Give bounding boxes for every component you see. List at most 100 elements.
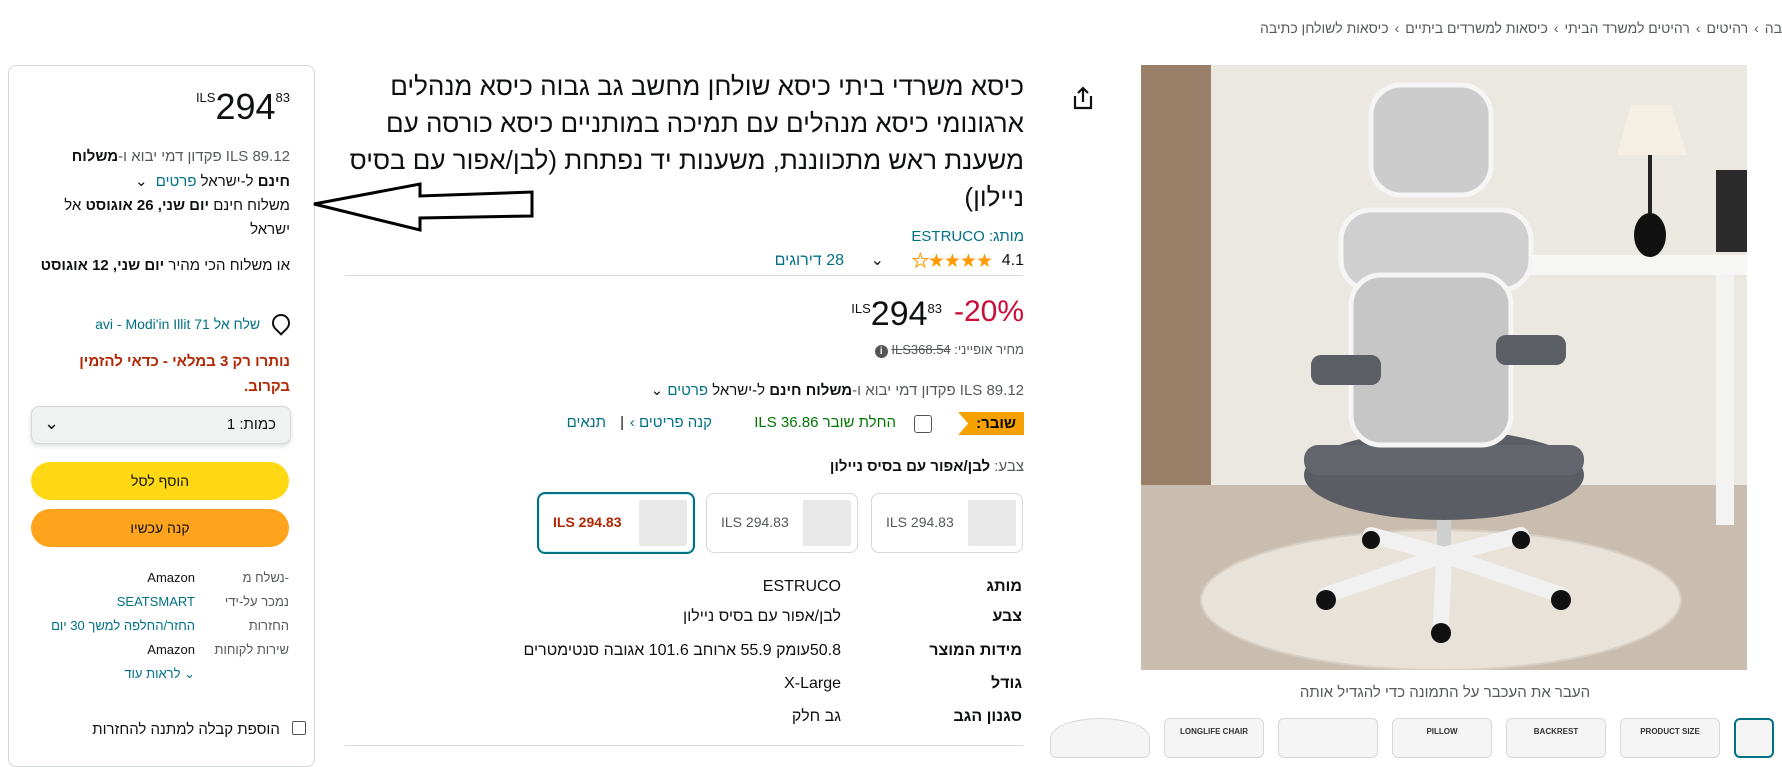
- deliver-to[interactable]: שלח אל avi - Modi'in Illit 71: [95, 310, 294, 336]
- thumbnail[interactable]: PRODUCT SIZE: [1620, 718, 1720, 758]
- product-main-image[interactable]: [1141, 65, 1747, 670]
- color-row: צבע: לבן/אפור עם בסיס ניילון: [830, 458, 1024, 475]
- breadcrumb-item-furniture[interactable]: רהיטים: [1707, 20, 1749, 36]
- shipping-details-link[interactable]: פרטים: [156, 173, 197, 190]
- see-more[interactable]: ⌄ לראות עוד: [31, 662, 289, 686]
- spec-key: גודל: [991, 675, 1022, 692]
- spec-value: X-Large: [784, 675, 841, 692]
- thumbnail[interactable]: [1278, 718, 1378, 758]
- info-key: נמכר על-ידי: [224, 594, 289, 609]
- breadcrumb-item-home-office[interactable]: רהיטים למשרד הביתי: [1565, 20, 1690, 36]
- brand-line: מותג: ESTRUCO: [911, 228, 1024, 245]
- thumbnail[interactable]: [1050, 718, 1150, 758]
- color-swatch[interactable]: ILS 294.83: [706, 493, 858, 553]
- rating-row: 4.1 ★★★★★ ⌄ 28 דירוגים: [620, 250, 1024, 274]
- returns-link[interactable]: החזר/החלפה למשך 30 יום: [51, 614, 195, 638]
- chevron-down-icon: ⌄: [184, 666, 195, 681]
- brand-link[interactable]: ESTRUCO: [911, 228, 984, 245]
- shipping-details-link[interactable]: פרטים: [667, 382, 708, 399]
- spec-row: סגנון הגב גב חלק: [500, 708, 1022, 738]
- spec-key: צבע: [992, 608, 1022, 625]
- thumbnail[interactable]: PILLOW: [1392, 718, 1492, 758]
- seller-link[interactable]: SEATSMART: [117, 590, 195, 614]
- qty-value: 1: [226, 416, 236, 433]
- price-block: -20% ILS 294 83: [820, 295, 1024, 339]
- info-row: החזרות החזר/החלפה למשך 30 יום: [31, 614, 289, 638]
- thumbnail[interactable]: [1734, 718, 1774, 758]
- gift-receipt[interactable]: הוספת קבלה למתנה להחזרות: [92, 721, 306, 738]
- apply-coupon-label[interactable]: החלת שובר ILS 36.86: [754, 414, 896, 431]
- breadcrumb-item-desk-chairs[interactable]: כיסאות לשולחן כתיבה: [1260, 20, 1389, 36]
- swatch-thumb: [968, 500, 1016, 546]
- fast-date: יום שני, 12 אוגוסט: [40, 257, 165, 274]
- info-key: נשלח מ-: [242, 570, 289, 585]
- breadcrumb: בה › רהיטים › רהיטים למשרד הביתי › כיסאו…: [1260, 20, 1782, 36]
- discount-percent: -20%: [953, 295, 1024, 328]
- separator: |: [620, 414, 624, 431]
- spec-value: גב חלק: [791, 708, 841, 725]
- color-swatch-selected[interactable]: ILS 294.83: [537, 492, 695, 554]
- product-title: כיסא משרדי ביתי כיסא שולחן מחשב גב גבוה …: [349, 71, 1024, 212]
- spec-value: ESTRUCO: [762, 578, 841, 595]
- color-swatch[interactable]: ILS 294.83: [871, 493, 1023, 553]
- swatch-price: ILS 294.83: [886, 514, 954, 530]
- spec-key: סגנון הגב: [953, 708, 1022, 725]
- shop-items-link[interactable]: קנה פריטים ›: [630, 414, 712, 431]
- see-more-link[interactable]: ⌄ לראות עוד: [124, 662, 195, 686]
- fast-delivery-info: או משלוח הכי מהיר יום שני, 12 אוגוסט: [30, 254, 290, 278]
- price-whole: 294: [870, 295, 928, 333]
- buybox-shipping: ILS 89.12 פקדון דמי יבוא ו-משלוח חינם ל-…: [30, 144, 290, 194]
- ratings-count-link[interactable]: 28 דירוגים: [775, 252, 844, 270]
- share-icon[interactable]: [1070, 84, 1096, 112]
- thumbnail-strip: LONGLIFE CHAIR PILLOW BACKREST PRODUCT S…: [1050, 718, 1774, 758]
- chevron-down-icon: ⌄: [44, 413, 60, 433]
- breadcrumb-item-office-chairs[interactable]: כיסאות למשרדים ביתיים: [1405, 20, 1548, 36]
- fast-pre: או משלוח הכי מהיר: [164, 257, 290, 274]
- breadcrumb-item-back[interactable]: בה: [1765, 20, 1782, 36]
- seller-info: נשלח מ- Amazon נמכר על-ידי SEATSMART החז…: [31, 566, 289, 686]
- spec-row: צבע לבן/אפור עם בסיס ניילון: [500, 608, 1022, 638]
- compare-icon[interactable]: [680, 0, 734, 8]
- currency: ILS: [195, 90, 216, 105]
- color-label: צבע:: [994, 458, 1024, 475]
- info-key: החזרות: [248, 618, 289, 633]
- info-icon[interactable]: i: [874, 345, 888, 358]
- divider: [345, 275, 1023, 276]
- info-value: Amazon: [147, 570, 195, 585]
- qty-label: כמות:: [239, 416, 276, 433]
- quantity-select[interactable]: כמות: 1 ⌄: [31, 406, 291, 444]
- buy-box: ILS 294 83 ILS 89.12 פקדון דמי יבוא ו-מש…: [8, 65, 315, 767]
- chevron-down-icon[interactable]: ⌄: [651, 382, 664, 399]
- swatch-price: ILS 294.83: [721, 514, 789, 530]
- info-row: שירות לקוחות Amazon: [31, 638, 289, 662]
- swatch-thumb: [639, 500, 687, 546]
- price-whole: 294: [215, 86, 276, 127]
- brand-label: מותג:: [988, 228, 1024, 245]
- import-deposit: ILS 89.12 פקדון דמי יבוא ו-: [118, 148, 290, 165]
- list-price: ILS368.54: [891, 342, 951, 357]
- chevron-down-icon[interactable]: ⌄: [135, 169, 148, 194]
- terms-link[interactable]: תנאים: [567, 414, 606, 431]
- thumbnail[interactable]: LONGLIFE CHAIR: [1164, 718, 1264, 758]
- thumbnail[interactable]: BACKREST: [1506, 718, 1606, 758]
- address-link[interactable]: שלח אל avi - Modi'in Illit 71: [95, 316, 260, 332]
- breadcrumb-sep: ›: [1754, 20, 1759, 36]
- free-ship: משלוח חינם: [769, 382, 853, 399]
- add-to-cart-button[interactable]: הוסף לסל: [31, 462, 289, 500]
- divider: [345, 745, 1023, 746]
- image-zoom-hint: העבר את העכבר על התמונה כדי להגדיל אותה: [1299, 684, 1591, 701]
- star-rating-icon[interactable]: ★★★★★: [911, 250, 993, 273]
- info-row: נמכר על-ידי SEATSMART: [31, 590, 289, 614]
- delivery-pre: משלוח חינם: [209, 197, 290, 214]
- buy-now-button[interactable]: קנה עכשיו: [31, 509, 289, 547]
- coupon-checkbox[interactable]: [914, 415, 932, 433]
- free-ship-label2: חינם: [257, 173, 290, 190]
- spec-key: מותג: [986, 578, 1022, 595]
- chevron-down-icon[interactable]: ⌄: [871, 250, 884, 270]
- price-fraction: 83: [927, 301, 942, 316]
- gift-checkbox[interactable]: [292, 721, 306, 735]
- color-value: לבן/אפור עם בסיס ניילון: [829, 458, 991, 475]
- see-more-label: לראות עוד: [124, 666, 181, 681]
- list-price-label: מחיר אופייני:: [954, 342, 1024, 357]
- spec-row: גודל X-Large: [500, 675, 1022, 705]
